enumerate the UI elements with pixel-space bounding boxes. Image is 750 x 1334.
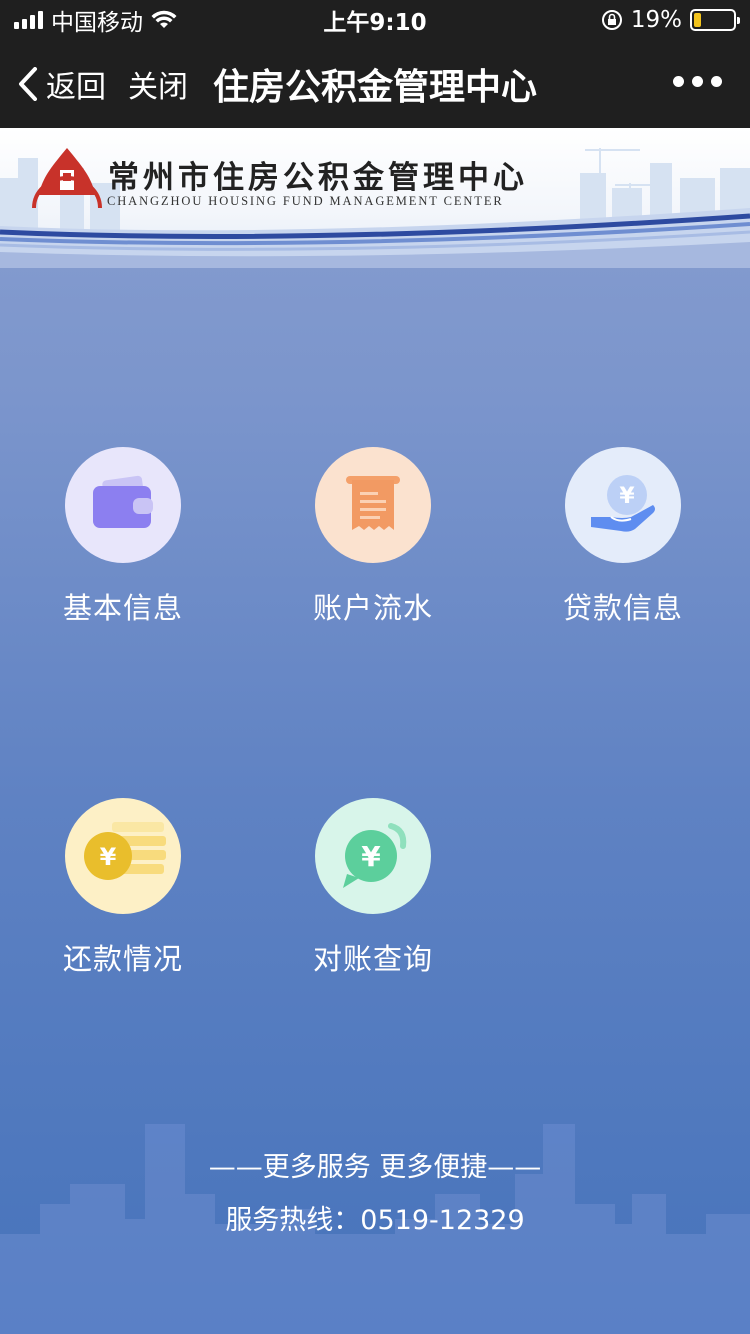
- status-right: 19%: [601, 7, 740, 33]
- header-banner: 常州市住房公积金管理中心 CHANGZHOU HOUSING FUND MANA…: [0, 128, 750, 268]
- nav-bar: 返回 关闭 住房公积金管理中心: [0, 40, 750, 128]
- more-dot-icon: [692, 76, 703, 87]
- svg-text:¥: ¥: [361, 840, 381, 873]
- more-dot-icon: [673, 76, 684, 87]
- svg-text:¥: ¥: [619, 484, 635, 509]
- svg-text:¥: ¥: [100, 843, 117, 871]
- receipt-icon: [346, 476, 400, 530]
- menu-icon-circle: ¥: [315, 798, 431, 914]
- yuan-chat-icon: ¥: [343, 823, 407, 888]
- footer-slogan: ——更多服务 更多便捷——: [208, 1152, 542, 1183]
- signal-icon: [14, 11, 43, 29]
- coins-icon: ¥: [84, 822, 166, 880]
- menu-item-reconciliation[interactable]: ¥ 对账查询: [283, 798, 463, 978]
- menu-icon-circle: [65, 447, 181, 563]
- service-hotline[interactable]: 服务热线：0519-12329: [0, 1198, 750, 1237]
- orientation-lock-icon: [601, 10, 622, 30]
- more-dot-icon: [711, 76, 722, 87]
- menu-item-repayment[interactable]: ¥ 还款情况: [33, 798, 213, 978]
- page-title: 住房公积金管理中心: [212, 67, 537, 108]
- banner-waves: [0, 208, 750, 268]
- status-left: 中国移动: [14, 3, 177, 37]
- more-button[interactable]: [673, 76, 722, 87]
- battery-icon: [690, 9, 740, 31]
- status-bar: 中国移动 上午9:10 19%: [0, 0, 750, 40]
- menu-item-account-flow[interactable]: 账户流水: [283, 447, 463, 627]
- menu-label: 贷款信息: [562, 591, 683, 625]
- menu-label: 账户流水: [312, 591, 433, 625]
- battery-fill: [694, 13, 702, 27]
- menu-icon-circle: ¥: [65, 798, 181, 914]
- menu-label: 对账查询: [312, 942, 433, 976]
- menu-item-loan-info[interactable]: ¥ 贷款信息: [533, 447, 713, 627]
- back-label: 返回: [46, 70, 106, 105]
- menu-icon-circle: ¥: [565, 447, 681, 563]
- banner-title-cn: 常州市住房公积金管理中心: [108, 160, 528, 196]
- carrier-label: 中国移动: [51, 10, 143, 36]
- back-button[interactable]: 返回: [0, 62, 106, 106]
- battery-percent: 19%: [630, 7, 682, 33]
- close-button[interactable]: 关闭: [128, 62, 188, 106]
- wallet-icon: [93, 475, 153, 528]
- chevron-left-icon: [19, 67, 37, 101]
- menu-item-basic-info[interactable]: 基本信息: [33, 447, 213, 627]
- menu-label: 基本信息: [62, 591, 183, 625]
- wifi-icon: [151, 10, 177, 28]
- menu-icon-circle: [315, 447, 431, 563]
- loan-hand-icon: ¥: [591, 475, 655, 532]
- menu-label: 还款情况: [62, 942, 183, 976]
